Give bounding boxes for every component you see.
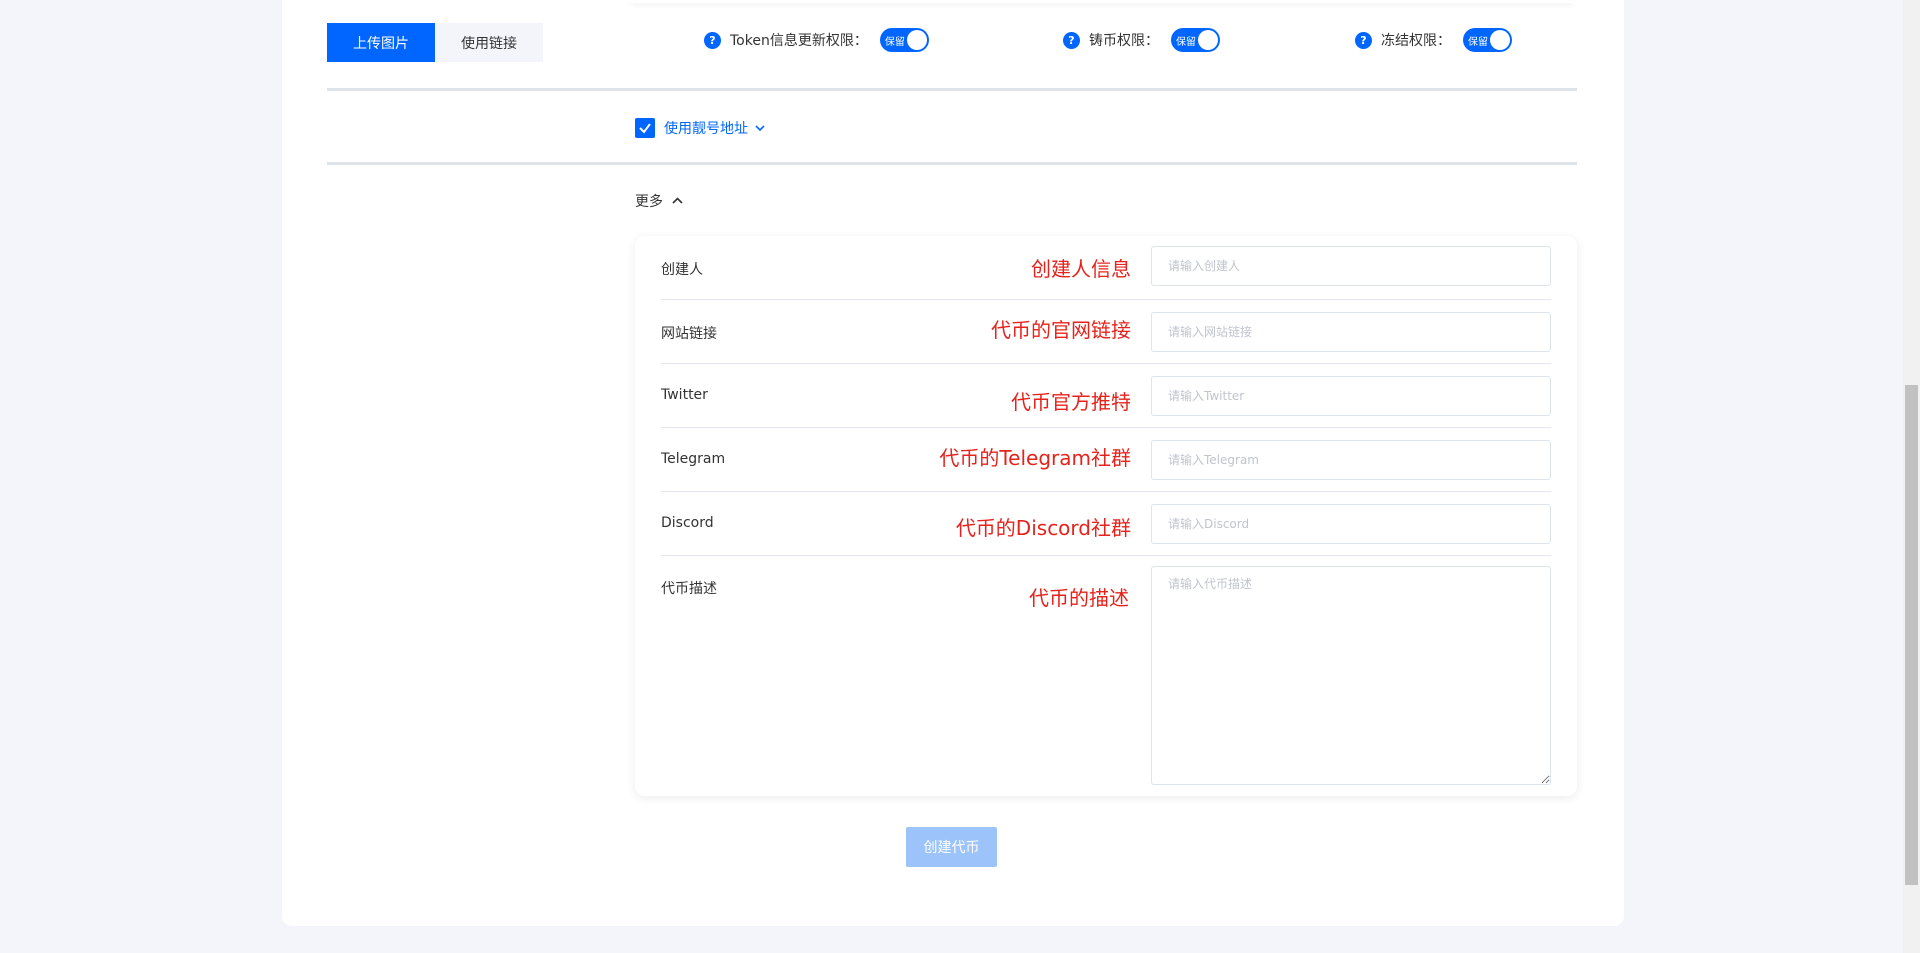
creator-row: 创建人 创建人信息: [661, 246, 1551, 300]
divider: [327, 162, 1577, 165]
twitter-annotation: 代币官方推特: [1011, 390, 1131, 414]
toggle-text: 保留: [884, 36, 905, 48]
token-info-permission-toggle[interactable]: 保留: [879, 28, 929, 52]
token-info-permission: ? Token信息更新权限： 保留: [704, 28, 929, 52]
more-label[interactable]: 更多: [635, 191, 663, 211]
toggle-knob: [1198, 30, 1218, 50]
mint-permission-toggle[interactable]: 保留: [1171, 28, 1220, 52]
toggle-text: 保留: [1176, 36, 1196, 48]
toggle-text: 保留: [1468, 36, 1488, 48]
more-toggle[interactable]: 更多: [635, 191, 683, 211]
vanity-address-checkbox[interactable]: [635, 118, 655, 138]
creator-input[interactable]: [1151, 246, 1551, 286]
help-icon[interactable]: ?: [1063, 31, 1080, 49]
twitter-row: Twitter 代币官方推特: [661, 364, 1551, 428]
description-annotation: 代币的描述: [1029, 586, 1129, 610]
divider: [327, 88, 1577, 91]
discord-input[interactable]: [1151, 504, 1551, 544]
telegram-annotation: 代币的Telegram社群: [939, 446, 1131, 470]
vanity-address-option[interactable]: 使用靓号地址: [635, 118, 765, 138]
telegram-label: Telegram: [661, 451, 726, 467]
discord-label: Discord: [661, 515, 714, 531]
help-icon[interactable]: ?: [704, 31, 721, 49]
upper-panel-edge: [630, 0, 1574, 3]
freeze-permission-toggle[interactable]: 保留: [1463, 28, 1512, 52]
mint-permission: ? 铸币权限： 保留: [1063, 28, 1220, 52]
toggle-knob: [1490, 30, 1510, 50]
chevron-down-icon[interactable]: [755, 122, 765, 135]
scrollbar-thumb[interactable]: [1905, 385, 1918, 885]
create-token-button[interactable]: 创建代币: [906, 827, 997, 867]
permission-label: 冻结权限：: [1381, 33, 1451, 49]
use-link-button[interactable]: 使用链接: [435, 23, 543, 62]
creator-annotation: 创建人信息: [1031, 257, 1131, 281]
permission-label: Token信息更新权限：: [730, 33, 868, 49]
description-textarea[interactable]: [1151, 566, 1551, 785]
discord-annotation: 代币的Discord社群: [955, 516, 1131, 540]
check-icon: [639, 123, 651, 134]
twitter-label: Twitter: [661, 387, 708, 403]
website-annotation: 代币的官网链接: [991, 318, 1131, 342]
description-row: 代币描述 代币的描述: [661, 556, 1551, 786]
description-label: 代币描述: [661, 581, 717, 597]
creator-label: 创建人: [661, 262, 703, 278]
permission-label: 铸币权限：: [1089, 33, 1159, 49]
telegram-row: Telegram 代币的Telegram社群: [661, 428, 1551, 492]
scrollbar-track[interactable]: [1903, 0, 1920, 953]
freeze-permission: ? 冻结权限： 保留: [1355, 28, 1512, 52]
help-icon[interactable]: ?: [1355, 31, 1372, 49]
discord-row: Discord 代币的Discord社群: [661, 492, 1551, 556]
upload-image-button[interactable]: 上传图片: [327, 23, 435, 62]
chevron-up-icon[interactable]: [672, 193, 683, 209]
website-row: 网站链接 代币的官网链接: [661, 300, 1551, 364]
twitter-input[interactable]: [1151, 376, 1551, 416]
website-input[interactable]: [1151, 312, 1551, 352]
toggle-knob: [906, 30, 927, 50]
telegram-input[interactable]: [1151, 440, 1551, 480]
vanity-address-label[interactable]: 使用靓号地址: [664, 118, 748, 138]
website-label: 网站链接: [661, 326, 717, 342]
more-options-form: 创建人 创建人信息 网站链接 代币的官网链接 Twitter 代币官方推特 Te…: [635, 236, 1577, 796]
